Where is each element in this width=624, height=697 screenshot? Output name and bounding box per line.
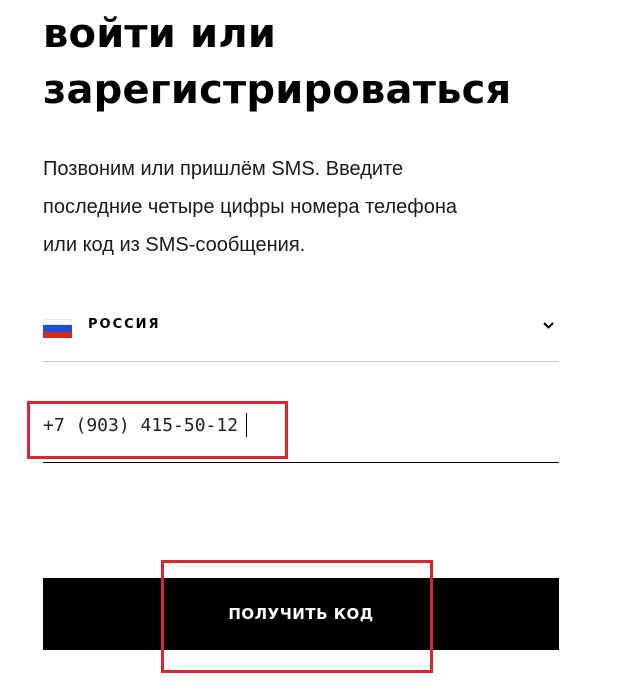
phone-field	[43, 400, 559, 463]
get-code-button[interactable]: ПОЛУЧИТЬ КОД	[43, 578, 559, 650]
chevron-down-icon	[543, 322, 554, 329]
page-title-line-2: зарегистрироваться	[43, 67, 512, 113]
country-select[interactable]: РОССИЯ	[43, 306, 559, 362]
text-caret	[246, 413, 247, 437]
instructions-text: Позвоним или пришлём SMS. Введите послед…	[43, 150, 583, 264]
phone-input[interactable]	[43, 408, 303, 442]
page-title: войти или зарегистрироваться	[43, 6, 603, 118]
instructions-line-1: Позвоним или пришлём SMS. Введите	[43, 158, 404, 180]
instructions-line-2: последние четыре цифры номера телефона	[43, 196, 458, 218]
country-label: РОССИЯ	[88, 317, 161, 332]
russia-flag-icon	[43, 319, 72, 338]
instructions-line-3: или код из SMS-сообщения.	[43, 234, 306, 256]
page-title-line-1: войти или	[43, 11, 277, 57]
